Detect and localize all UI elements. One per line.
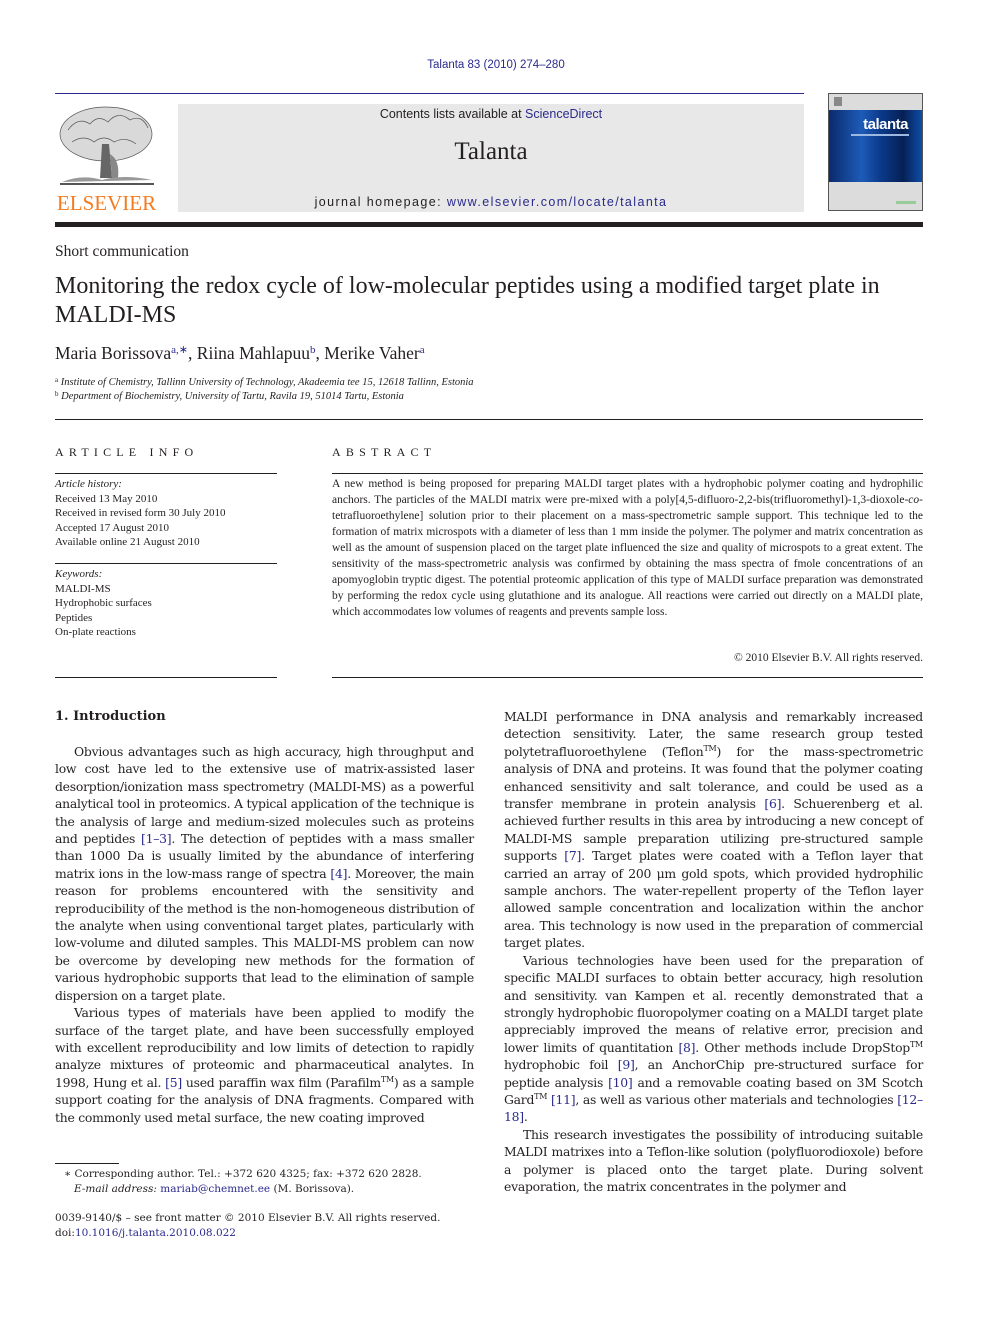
keyword: On-plate reactions bbox=[55, 626, 136, 638]
sciencedirect-link[interactable]: ScienceDirect bbox=[525, 107, 602, 121]
article-title: Monitoring the redox cycle of low-molecu… bbox=[55, 273, 880, 328]
affiliation-a: a Institute of Chemistry, Tallinn Univer… bbox=[55, 376, 474, 388]
reference-link[interactable]: [1–3] bbox=[141, 831, 172, 846]
paragraph: Obvious advantages such as high accuracy… bbox=[55, 744, 474, 1003]
author-email-link[interactable]: mariab@chemnet.ee bbox=[160, 1183, 270, 1195]
homepage-line: journal homepage: www.elsevier.com/locat… bbox=[178, 195, 804, 209]
author-affiliation-mark[interactable]: a bbox=[420, 344, 425, 356]
elsevier-logo[interactable]: ELSEVIER bbox=[54, 104, 159, 215]
abstract-bottom-rule bbox=[332, 677, 923, 678]
abstract-copyright: © 2010 Elsevier B.V. All rights reserved… bbox=[734, 652, 923, 664]
cover-title: talanta bbox=[863, 116, 908, 133]
paragraph: Various types of materials have been app… bbox=[55, 1005, 474, 1125]
info-rule bbox=[55, 677, 277, 678]
author[interactable]: Maria Borissovaa,∗ bbox=[55, 343, 188, 363]
abstract-rule bbox=[332, 473, 923, 474]
separator: , bbox=[315, 343, 325, 363]
reference-link[interactable]: [5] bbox=[165, 1075, 182, 1090]
article-info-heading: ARTICLE INFO bbox=[55, 445, 199, 459]
header-divider bbox=[55, 93, 804, 94]
homepage-prefix: journal homepage: bbox=[314, 195, 447, 209]
keyword: MALDI-MS bbox=[55, 582, 111, 595]
keyword: Peptides bbox=[55, 611, 93, 624]
separator: , bbox=[188, 343, 197, 363]
keyword: Hydrophobic surfaces bbox=[55, 597, 152, 609]
journal-cover-image[interactable]: talanta bbox=[828, 93, 923, 211]
journal-citation[interactable]: Talanta 83 (2010) 274–280 bbox=[0, 59, 992, 71]
reference-link[interactable]: [6] bbox=[764, 796, 781, 811]
corresponding-author-footnote: ∗ Corresponding author. Tel.: +372 620 4… bbox=[55, 1167, 475, 1197]
body-column-right: MALDI performance in DNA analysis and re… bbox=[504, 708, 923, 1195]
header-thick-rule bbox=[55, 222, 923, 227]
journal-name: Talanta bbox=[454, 138, 528, 165]
author-affiliation-mark[interactable]: a,∗ bbox=[171, 344, 188, 356]
email-line: E-mail address: mariab@chemnet.ee (M. Bo… bbox=[74, 1183, 355, 1195]
paragraph: Various technologies have been used for … bbox=[504, 952, 923, 1125]
doi-line: doi:10.1016/j.talanta.2010.08.022 bbox=[55, 1227, 236, 1239]
contents-prefix: Contents lists available at bbox=[379, 107, 526, 121]
affiliation-b: b Department of Biochemistry, University… bbox=[55, 390, 404, 402]
reference-link[interactable]: [8] bbox=[678, 1040, 695, 1055]
abstract-text: A new method is being proposed for prepa… bbox=[332, 478, 923, 618]
journal-homepage-link[interactable]: www.elsevier.com/locate/talanta bbox=[447, 195, 668, 209]
issn-line: 0039-9140/$ – see front matter © 2010 El… bbox=[55, 1212, 441, 1224]
doi-link[interactable]: 10.1016/j.talanta.2010.08.022 bbox=[75, 1227, 236, 1239]
contents-line: Contents lists available at ScienceDirec… bbox=[178, 107, 804, 121]
info-rule bbox=[55, 563, 277, 564]
author-list: Maria Borissovaa,∗, Riina Mahlapuub, Mer… bbox=[55, 343, 425, 364]
tree-icon bbox=[59, 106, 154, 185]
body-column-left: Obvious advantages such as high accuracy… bbox=[55, 743, 474, 1126]
reference-link[interactable]: [10] bbox=[608, 1075, 633, 1090]
reference-link[interactable]: [11] bbox=[551, 1092, 576, 1107]
paragraph: MALDI performance in DNA analysis and re… bbox=[504, 709, 924, 951]
history-item: Accepted 17 August 2010 bbox=[55, 521, 169, 534]
reference-link[interactable]: [7] bbox=[564, 848, 581, 863]
history-label: Article history: bbox=[55, 478, 122, 490]
info-rule bbox=[55, 473, 277, 474]
paragraph: This research investigates the possibili… bbox=[504, 1126, 923, 1194]
reference-link[interactable]: [4] bbox=[330, 866, 347, 881]
article-history: Article history: Received 13 May 2010 Re… bbox=[55, 477, 277, 550]
author[interactable]: Riina Mahlapuub bbox=[197, 343, 316, 363]
cover-publisher-mark bbox=[834, 97, 842, 106]
abstract-heading: ABSTRACT bbox=[332, 445, 437, 459]
footnote-rule bbox=[55, 1163, 119, 1164]
publication-meta: 0039-9140/$ – see front matter © 2010 El… bbox=[55, 1211, 475, 1241]
keywords: Keywords: MALDI-MS Hydrophobic surfaces … bbox=[55, 567, 277, 640]
cover-footer-logo bbox=[896, 201, 916, 204]
section-heading-introduction: 1. Introduction bbox=[55, 709, 166, 724]
author[interactable]: Merike Vahera bbox=[324, 343, 424, 363]
reference-link[interactable]: [9] bbox=[618, 1057, 635, 1072]
history-item: Received in revised form 30 July 2010 bbox=[55, 507, 226, 519]
elsevier-wordmark: ELSEVIER bbox=[56, 191, 157, 215]
title-divider bbox=[55, 419, 923, 420]
corresponding-author-note: ∗ Corresponding author. Tel.: +372 620 4… bbox=[64, 1168, 422, 1180]
article-type: Short communication bbox=[55, 243, 189, 260]
cover-subtitle bbox=[851, 134, 909, 136]
keywords-label: Keywords: bbox=[55, 568, 103, 580]
history-item: Received 13 May 2010 bbox=[55, 492, 158, 505]
journal-banner: Contents lists available at ScienceDirec… bbox=[178, 104, 804, 212]
history-item: Available online 21 August 2010 bbox=[55, 536, 200, 548]
